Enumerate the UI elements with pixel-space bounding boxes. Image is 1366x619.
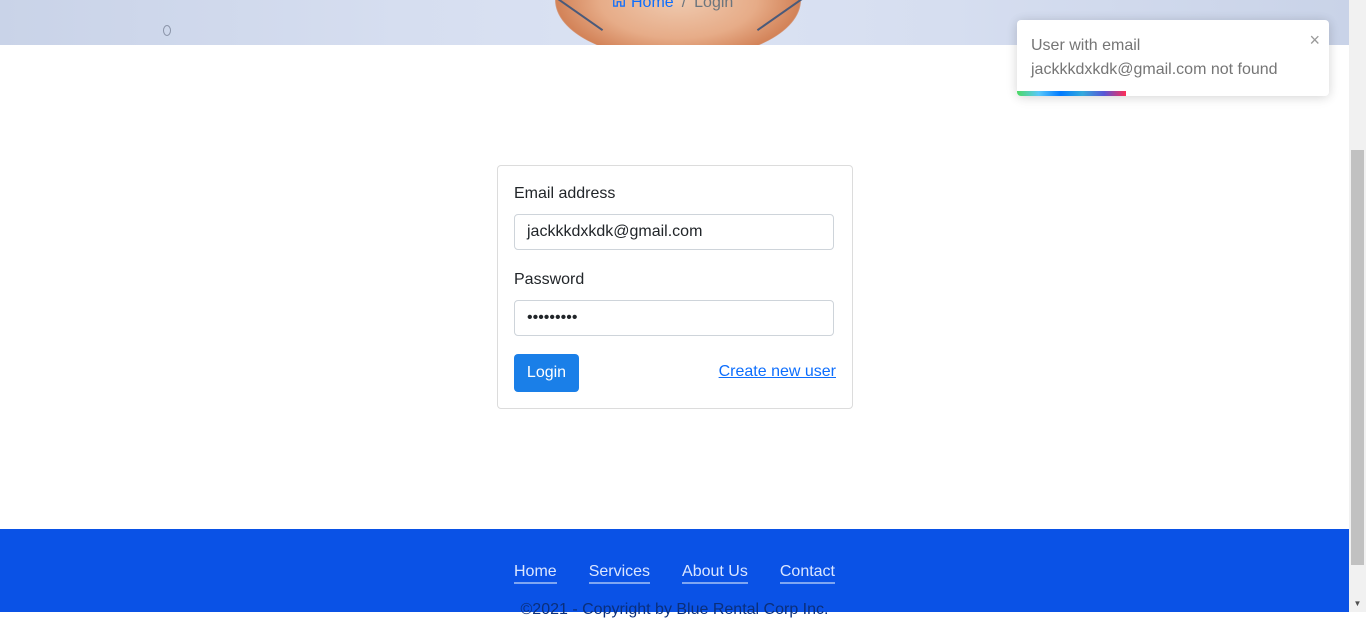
toast-message: User with email jackkkdxkdk@gmail.com no…	[1031, 37, 1278, 78]
toast-progress-bar	[1017, 91, 1127, 96]
close-icon[interactable]: ×	[1309, 30, 1320, 51]
copyright-text: ©2021 - Copyright by Blue Rental Corp In…	[520, 601, 829, 618]
breadcrumb: Home / Login	[612, 0, 733, 12]
footer-link-services[interactable]: Services	[588, 563, 651, 584]
breadcrumb-separator: /	[681, 0, 687, 11]
breadcrumb-home-label: Home	[631, 0, 674, 11]
banner-decoration	[163, 25, 171, 36]
password-label: Password	[514, 271, 585, 288]
password-field[interactable]: •••••••••	[514, 300, 834, 336]
footer-link-home[interactable]: Home	[514, 563, 557, 584]
scrollbar-thumb[interactable]	[1351, 150, 1364, 565]
error-toast: User with email jackkkdxkdk@gmail.com no…	[1017, 20, 1329, 96]
login-button[interactable]: Login	[514, 354, 579, 392]
footer-nav: Home Services About Us Contact	[0, 563, 1349, 584]
create-new-user-link[interactable]: Create new user	[719, 363, 836, 381]
email-label: Email address	[514, 185, 616, 202]
footer-link-contact[interactable]: Contact	[779, 563, 835, 584]
login-card: Email address jackkkdxkdk@gmail.com Pass…	[497, 165, 853, 409]
footer-link-about-us[interactable]: About Us	[682, 563, 748, 584]
page-scrollbar[interactable]: ▼	[1349, 0, 1366, 612]
breadcrumb-home-link[interactable]: Home	[612, 0, 674, 12]
home-icon	[612, 0, 626, 12]
email-field[interactable]: jackkkdxkdk@gmail.com	[514, 214, 834, 250]
footer: Home Services About Us Contact ©2021 - C…	[0, 529, 1349, 618]
scroll-down-icon[interactable]: ▼	[1349, 595, 1366, 612]
breadcrumb-current: Login	[694, 0, 734, 11]
